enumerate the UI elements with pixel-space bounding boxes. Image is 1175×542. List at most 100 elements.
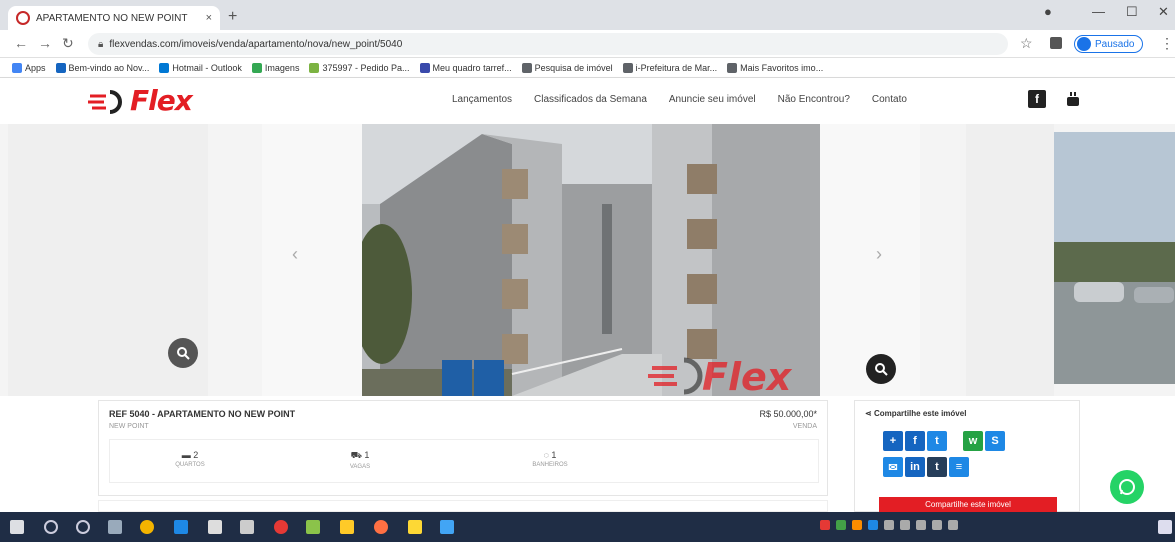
bookmark-favicon-icon (55, 62, 66, 73)
share-facebook-icon[interactable]: f (905, 431, 925, 451)
feature-value: 1 (551, 450, 557, 460)
bookmark-favicon-icon (727, 62, 738, 73)
bookmark-label: Hotmail - Outlook (172, 62, 242, 73)
nav-nao-encontrou[interactable]: Não Encontrou? (778, 94, 850, 105)
search-icon[interactable] (44, 520, 58, 534)
app-icon[interactable] (440, 520, 454, 534)
bookmark-item[interactable]: i-Prefeitura de Mar... (622, 62, 718, 73)
building-photo: Flex (362, 124, 820, 396)
file-explorer-icon[interactable] (340, 520, 354, 534)
browser-menu-icon[interactable]: ⋮ (1160, 35, 1174, 52)
nav-contato[interactable]: Contato (872, 94, 907, 105)
nav-lancamentos[interactable]: Lançamentos (452, 94, 512, 105)
share-plus-icon[interactable]: + (883, 431, 903, 451)
listing-title: REF 5040 - APARTAMENTO NO NEW POINT (109, 409, 296, 419)
zoom-button-main[interactable] (866, 354, 896, 384)
share-message-icon[interactable]: ≡ (949, 457, 969, 477)
feature-label: BANHEIROS (532, 462, 568, 468)
next-arrow-icon[interactable]: › (876, 244, 882, 265)
bookmark-favicon-icon (251, 62, 262, 73)
share-whatsapp-icon[interactable]: w (963, 431, 983, 451)
bookmark-item[interactable]: Pesquisa de imóvel (521, 62, 613, 73)
site-favicon-icon (16, 11, 30, 25)
features-row: ▬ 2 QUARTOS ⛟ 1 VAGAS ◌ 1 BANHEIROS (109, 439, 819, 483)
app-icon[interactable] (274, 520, 288, 534)
flex-logo[interactable]: Flex (88, 84, 228, 120)
firefox-icon[interactable] (374, 520, 388, 534)
bookmark-star-icon[interactable]: ☆ (1020, 35, 1033, 52)
youtube-icon[interactable] (1064, 90, 1082, 108)
bookmark-label: Mais Favoritos imo... (740, 62, 824, 73)
start-icon[interactable] (10, 520, 24, 534)
main-property-photo[interactable]: Flex (362, 124, 820, 396)
new-tab-button[interactable]: + (228, 8, 237, 26)
back-icon[interactable]: ← (14, 35, 28, 51)
share-cta-button[interactable]: Compartilhe este imóvel (879, 497, 1057, 513)
reload-icon[interactable]: ↻ (62, 35, 74, 52)
site-header: Flex Lançamentos Classificados da Semana… (0, 78, 1175, 124)
bookmark-item[interactable]: Hotmail - Outlook (159, 62, 242, 73)
bookmark-item[interactable]: Meu quadro tarref... (419, 62, 512, 73)
listing-price: R$ 50.000,00* (759, 409, 817, 419)
browser-tab[interactable]: APARTAMENTO NO NEW POINT × (8, 6, 220, 30)
feature-parking: ⛟ 1 VAGAS (330, 450, 390, 470)
facebook-icon[interactable]: f (1028, 90, 1046, 108)
bookmark-item[interactable]: Apps (12, 62, 46, 73)
logo-text: Flex (130, 84, 193, 117)
forward-icon[interactable]: → (38, 35, 52, 51)
search-icon (177, 347, 190, 360)
bookmark-label: Apps (25, 62, 46, 73)
account-indicator-icon[interactable]: ● (1044, 4, 1052, 19)
profile-button[interactable]: Pausado (1074, 35, 1144, 53)
bookmark-label: 375997 - Pedido Pa... (322, 62, 410, 73)
calculator-icon[interactable] (208, 520, 222, 534)
extensions-icon[interactable] (1050, 37, 1062, 49)
nav-classificados[interactable]: Classificados da Semana (534, 94, 647, 105)
store-icon[interactable] (240, 520, 254, 534)
address-bar[interactable]: 🔒︎ flexvendas.com/imoveis/venda/apartame… (88, 33, 1008, 55)
bookmark-favicon-icon (309, 62, 320, 73)
notes-icon[interactable] (408, 520, 422, 534)
share-twitter-icon[interactable]: t (927, 431, 947, 451)
close-window-icon[interactable]: ✕ (1158, 4, 1169, 20)
share-linkedin-icon[interactable]: in (905, 457, 925, 477)
edge-icon[interactable] (174, 520, 188, 534)
task-view-icon[interactable] (108, 520, 122, 534)
share-tumblr-icon[interactable]: t (927, 457, 947, 477)
notifications-icon[interactable] (1158, 520, 1172, 534)
share-skype-icon[interactable]: S (985, 431, 1005, 451)
bookmark-item[interactable]: 375997 - Pedido Pa... (309, 62, 410, 73)
share-card: ⋖ Compartilhe este imóvel + f t w S ✉ in t ≡ Com… (854, 400, 1080, 513)
browser-tab-bar: APARTAMENTO NO NEW POINT × + ● — ☐ ✕ (0, 0, 1175, 30)
next-property-photo[interactable] (1054, 132, 1175, 384)
bookmark-item[interactable]: Bem-vindo ao Nov... (55, 62, 149, 73)
bookmark-item[interactable]: Imagens (251, 62, 299, 73)
bookmark-item[interactable]: Mais Favoritos imo... (727, 62, 824, 73)
share-cta-label: Compartilhe este imóvel (925, 500, 1011, 509)
app-icon[interactable] (306, 520, 320, 534)
description-card (98, 500, 828, 512)
browser-toolbar: ← → ↻ 🔒︎ flexvendas.com/imoveis/venda/ap… (0, 30, 1175, 58)
cortana-icon[interactable] (76, 520, 90, 534)
prev-arrow-icon[interactable]: ‹ (292, 244, 298, 265)
tab-close-icon[interactable]: × (206, 12, 212, 24)
whatsapp-float-button[interactable] (1110, 470, 1144, 504)
feature-label: VAGAS (349, 464, 371, 470)
share-title: ⋖ Compartilhe este imóvel (865, 409, 966, 418)
bookmark-label: i-Prefeitura de Mar... (635, 62, 718, 73)
bookmark-favicon-icon (12, 62, 22, 73)
share-title-text: Compartilhe este imóvel (873, 409, 967, 418)
listing-type: VENDA (792, 423, 817, 430)
bookmark-favicon-icon (419, 62, 430, 73)
zoom-button[interactable] (168, 338, 198, 368)
maximize-icon[interactable]: ☐ (1126, 4, 1138, 20)
bookmarks-bar: Apps Bem-vindo ao Nov... Hotmail - Outlook… (0, 58, 1175, 78)
bed-icon: ▬ (181, 450, 194, 460)
system-tray (820, 520, 958, 530)
nav-anuncie[interactable]: Anuncie seu imóvel (669, 94, 756, 105)
minimize-icon[interactable]: — (1092, 4, 1105, 19)
bookmark-favicon-icon (159, 62, 170, 73)
parking-photo (1054, 132, 1175, 384)
share-email-icon[interactable]: ✉ (883, 457, 903, 477)
chrome-icon[interactable] (140, 520, 154, 534)
